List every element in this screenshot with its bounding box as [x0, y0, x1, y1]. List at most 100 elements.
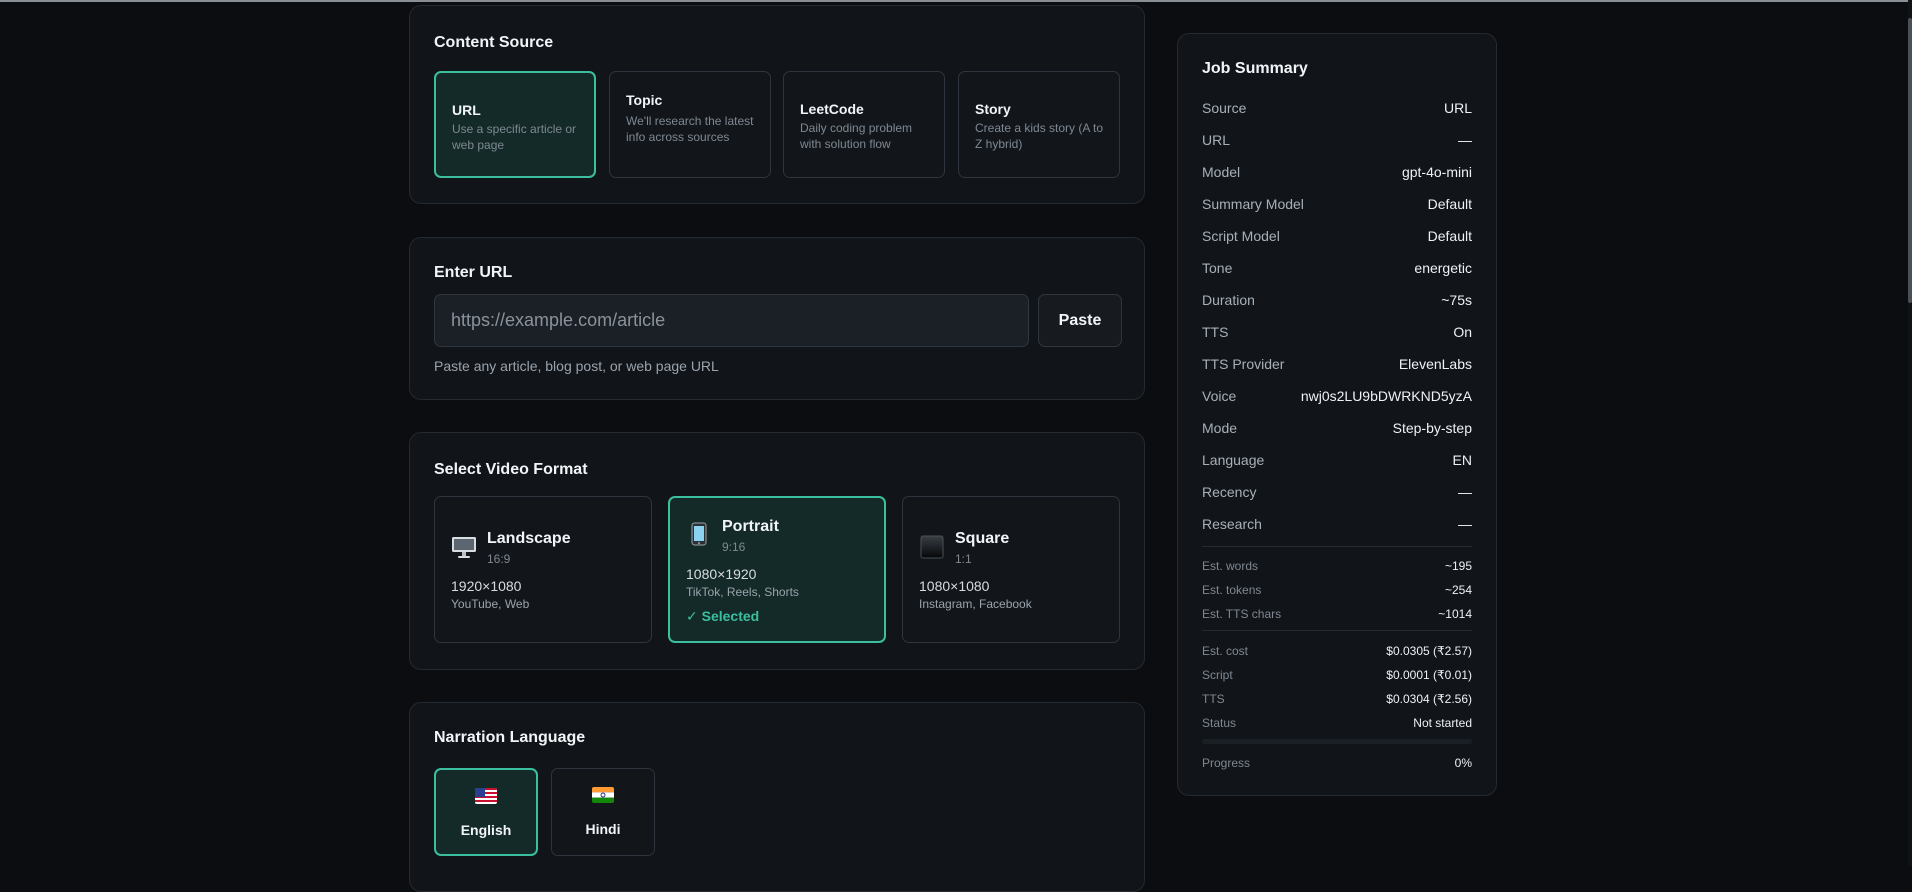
summary-value: — [1458, 516, 1472, 532]
format-name: Square [955, 530, 1010, 547]
source-option-url[interactable]: URL Use a specific article or web page [434, 71, 596, 178]
india-flag-icon [592, 787, 614, 803]
content-source-title: Content Source [434, 34, 554, 51]
summary-row-research: Research — [1202, 514, 1472, 534]
summary-key: TTS Provider [1202, 356, 1285, 372]
source-option-desc: Daily coding problem with solution flow [800, 121, 913, 151]
narration-language-title: Narration Language [434, 729, 586, 746]
cost-row-est-cost: Est. cost $0.0305 (₹2.57) [1202, 643, 1472, 659]
us-flag-icon [475, 788, 497, 804]
summary-row-voice: Voice nwj0s2LU9bDWRKND5yzA [1202, 386, 1472, 406]
summary-value: Step-by-step [1392, 420, 1472, 436]
summary-value: ElevenLabs [1398, 356, 1472, 372]
format-name: Landscape [487, 530, 571, 547]
video-format-title: Select Video Format [434, 461, 588, 478]
summary-row-tts-provider: TTS Provider ElevenLabs [1202, 354, 1472, 374]
summary-value: On [1453, 324, 1472, 340]
format-platforms: Instagram, Facebook [919, 597, 1032, 611]
summary-value: nwj0s2LU9bDWRKND5yzA [1300, 388, 1472, 404]
summary-key: Source [1202, 100, 1247, 116]
summary-value: URL [1443, 100, 1472, 116]
summary-value: Default [1427, 196, 1472, 212]
source-option-title: Story [975, 101, 1011, 117]
cost-key: Script [1202, 668, 1233, 682]
summary-key: Research [1202, 516, 1262, 532]
format-ratio: 9:16 [722, 540, 746, 554]
summary-key: Voice [1202, 388, 1237, 404]
format-platforms: TikTok, Reels, Shorts [686, 585, 799, 599]
language-option-hindi[interactable]: Hindi [551, 768, 655, 856]
url-hint: Paste any article, blog post, or web pag… [434, 358, 719, 374]
estimate-key: Est. tokens [1202, 583, 1262, 597]
summary-key: Duration [1202, 292, 1255, 308]
format-resolution: 1080×1920 [686, 566, 757, 582]
paste-button[interactable]: Paste [1038, 294, 1122, 347]
monitor-icon [451, 535, 477, 559]
progress-row: Progress 0% [1202, 755, 1472, 771]
format-name: Portrait [722, 518, 779, 535]
narration-language-card: Narration Language English Hindi [409, 702, 1145, 892]
cost-value: $0.0001 (₹0.01) [1386, 668, 1472, 682]
summary-row-script-model: Script Model Default [1202, 226, 1472, 246]
summary-value: EN [1452, 452, 1472, 468]
summary-row-mode: Mode Step-by-step [1202, 418, 1472, 438]
url-input[interactable] [434, 294, 1029, 347]
summary-row-model: Model gpt-4o-mini [1202, 162, 1472, 182]
summary-value: — [1458, 484, 1472, 500]
cost-row-script: Script $0.0001 (₹0.01) [1202, 667, 1472, 683]
summary-key: Language [1202, 452, 1265, 468]
format-resolution: 1920×1080 [451, 578, 522, 594]
cost-value: $0.0305 (₹2.57) [1386, 644, 1472, 658]
language-label: English [460, 822, 512, 838]
progress-bar [1202, 739, 1472, 744]
job-summary-card: Job Summary Source URL URL — Model gpt-4o-m… [1177, 33, 1497, 796]
selected-indicator: ✓ Selected [686, 608, 760, 624]
language-label: Hindi [585, 821, 621, 837]
enter-url-title: Enter URL [434, 264, 513, 281]
enter-url-card: Enter URL Paste Paste any article, blog … [409, 237, 1145, 400]
format-option-portrait[interactable]: Portrait 9:16 1080×1920 TikTok, Reels, S… [668, 496, 886, 643]
source-option-title: URL [452, 102, 481, 118]
source-option-title: Topic [626, 92, 663, 108]
summary-row-tone: Tone energetic [1202, 258, 1472, 278]
summary-row-duration: Duration ~75s [1202, 290, 1472, 310]
phone-icon [686, 522, 712, 546]
summary-key: Summary Model [1202, 196, 1304, 212]
summary-value: — [1458, 132, 1472, 148]
cost-key: Est. cost [1202, 644, 1249, 658]
format-option-square[interactable]: Square 1:1 1080×1080 Instagram, Facebook [902, 496, 1120, 643]
summary-row-summary-model: Summary Model Default [1202, 194, 1472, 214]
source-option-title: LeetCode [800, 101, 864, 117]
status-key: Status [1202, 716, 1237, 730]
summary-value: ~75s [1441, 292, 1472, 308]
source-option-story[interactable]: Story Create a kids story (A to Z hybrid… [958, 71, 1120, 178]
video-format-card: Select Video Format Landscape 16:9 1920×… [409, 432, 1145, 670]
estimate-value: ~254 [1444, 583, 1472, 597]
summary-key: Mode [1202, 420, 1238, 436]
summary-row-url: URL — [1202, 130, 1472, 150]
format-option-landscape[interactable]: Landscape 16:9 1920×1080 YouTube, Web [434, 496, 652, 643]
summary-row-tts: TTS On [1202, 322, 1472, 342]
job-summary-title: Job Summary [1202, 60, 1308, 77]
scrollbar-thumb[interactable] [1908, 18, 1912, 303]
summary-divider [1202, 546, 1472, 547]
summary-row-language: Language EN [1202, 450, 1472, 470]
summary-value: energetic [1414, 260, 1472, 276]
source-option-topic[interactable]: Topic We'll research the latest info acr… [609, 71, 771, 178]
source-option-leetcode[interactable]: LeetCode Daily coding problem with solut… [783, 71, 945, 178]
cost-row-tts: TTS $0.0304 (₹2.56) [1202, 691, 1472, 707]
summary-key: Model [1202, 164, 1241, 180]
language-option-english[interactable]: English [434, 768, 538, 856]
summary-key: TTS [1202, 324, 1229, 340]
summary-divider [1202, 630, 1472, 631]
content-source-card: Content Source URL Use a specific articl… [409, 5, 1145, 204]
summary-key: Tone [1202, 260, 1233, 276]
square-icon [919, 535, 945, 559]
summary-row-source: Source URL [1202, 98, 1472, 118]
summary-row-recency: Recency — [1202, 482, 1472, 502]
estimate-value: ~195 [1444, 559, 1472, 573]
format-resolution: 1080×1080 [919, 578, 990, 594]
progress-label: Progress [1202, 756, 1251, 770]
cost-value: $0.0304 (₹2.56) [1386, 692, 1472, 706]
estimate-row-tts-chars: Est. TTS chars ~1014 [1202, 606, 1472, 622]
